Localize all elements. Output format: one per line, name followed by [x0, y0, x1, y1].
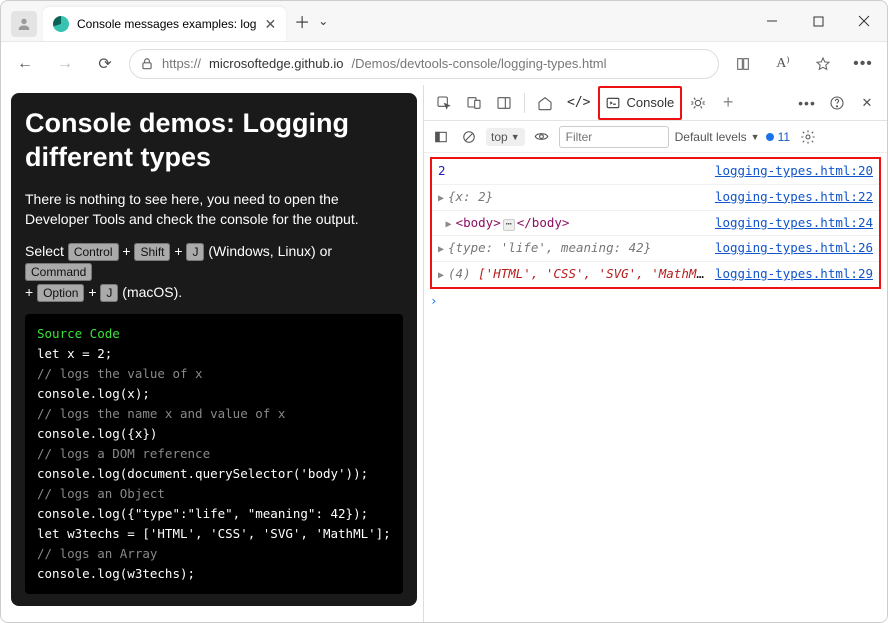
console-row[interactable]: ▶ {x: 2} logging-types.html:22: [432, 185, 879, 211]
device-emulation-icon[interactable]: [460, 89, 488, 117]
kbd-control: Control: [68, 243, 119, 261]
log-value: {type: 'life', meaning: 42}: [448, 240, 651, 255]
issues-number: 11: [778, 130, 790, 144]
site-info-icon[interactable]: [140, 57, 154, 71]
ellipsis-icon[interactable]: ⋯: [503, 219, 515, 231]
url-host: microsoftedge.github.io: [209, 56, 343, 71]
window-close[interactable]: [841, 1, 887, 41]
source-code-label: Source Code: [37, 326, 120, 341]
shortcut-instructions: Select Control + Shift + J (Windows, Lin…: [25, 241, 403, 302]
close-tab-icon[interactable]: ✕: [264, 16, 276, 33]
devtools-close[interactable]: ✕: [853, 89, 881, 117]
tab-title: Console messages examples: log: [77, 17, 256, 31]
log-array: ['HTML', 'CSS', 'SVG', 'MathML']: [478, 266, 707, 281]
kbd-command: Command: [25, 263, 92, 281]
console-prompt[interactable]: ›: [424, 291, 887, 310]
devtools-pane: </> Console + ••• ✕: [423, 85, 887, 622]
address-bar[interactable]: https:// microsoftedge.github.io/Demos/de…: [129, 49, 719, 79]
browser-menu[interactable]: •••: [847, 48, 879, 80]
context-selector[interactable]: top ▼: [486, 128, 525, 146]
url-path: /Demos/devtools-console/logging-types.ht…: [351, 56, 606, 71]
tab-add[interactable]: +: [714, 89, 742, 117]
dock-side-icon[interactable]: [490, 89, 518, 117]
console-row[interactable]: ▶ (4) ['HTML', 'CSS', 'SVG', 'MathML'] lo…: [432, 262, 879, 287]
tab-welcome[interactable]: [531, 86, 559, 120]
url-scheme: https://: [162, 56, 201, 71]
nav-forward: →: [49, 48, 81, 80]
read-aloud[interactable]: A⁾: [767, 48, 799, 80]
log-body-close: </body>: [517, 215, 570, 230]
console-settings-icon[interactable]: [796, 123, 820, 151]
live-expression-icon[interactable]: [531, 123, 553, 151]
console-row[interactable]: 2 logging-types.html:20: [432, 159, 879, 185]
source-link[interactable]: logging-types.html:29: [715, 265, 873, 284]
kbd-shift: Shift: [134, 243, 170, 261]
expand-icon[interactable]: ▶: [446, 217, 452, 232]
chevron-down-icon: ▼: [751, 132, 760, 142]
devtools-help[interactable]: [823, 89, 851, 117]
edge-favicon: [53, 16, 69, 32]
log-array-len: (4): [448, 266, 478, 281]
clear-console-icon[interactable]: [458, 123, 480, 151]
profile-avatar[interactable]: [11, 11, 37, 37]
console-row[interactable]: ▶ <body>⋯</body> logging-types.html:24: [432, 211, 879, 237]
tab-console-label: Console: [626, 95, 674, 110]
tab-actions-button[interactable]: ⌄: [318, 14, 328, 28]
log-value: {x: 2}: [448, 189, 493, 204]
window-maximize[interactable]: [795, 1, 841, 41]
source-code-block: Source Code let x = 2; // logs the value…: [25, 314, 403, 594]
page-heading: Console demos: Logging different types: [25, 107, 403, 175]
source-link[interactable]: logging-types.html:20: [715, 162, 873, 181]
chevron-down-icon: ▼: [511, 132, 520, 142]
tab-elements[interactable]: </>: [561, 86, 596, 120]
filter-input[interactable]: [559, 126, 669, 148]
tab-sources-icon[interactable]: [684, 89, 712, 117]
favorite-star[interactable]: [807, 48, 839, 80]
expand-icon[interactable]: ▶: [438, 268, 444, 283]
kbd-j2: J: [100, 284, 118, 302]
console-row[interactable]: ▶ {type: 'life', meaning: 42} logging-typ…: [432, 236, 879, 262]
kbd-j: J: [186, 243, 204, 261]
page-content-pane: Console demos: Logging different types T…: [1, 85, 423, 622]
new-tab-button[interactable]: ＋: [294, 9, 310, 33]
enter-immersive-reader[interactable]: [727, 48, 759, 80]
kbd-option: Option: [37, 284, 84, 302]
log-body-open: <body>: [456, 215, 501, 230]
log-value: 2: [438, 163, 446, 178]
expand-icon[interactable]: ▶: [438, 191, 444, 206]
issues-count[interactable]: 11: [766, 130, 790, 144]
issue-indicator-icon: [766, 133, 774, 141]
tab-console[interactable]: Console: [598, 86, 682, 120]
toggle-sidebar-icon[interactable]: [430, 123, 452, 151]
source-link[interactable]: logging-types.html:24: [715, 214, 873, 233]
log-level-selector[interactable]: Default levels ▼: [675, 130, 760, 144]
log-level-label: Default levels: [675, 130, 747, 144]
page-intro: There is nothing to see here, you need t…: [25, 189, 403, 230]
nav-back[interactable]: ←: [9, 48, 41, 80]
window-minimize[interactable]: [749, 1, 795, 41]
console-output-highlight: 2 logging-types.html:20 ▶ {x: 2} logging-…: [430, 157, 881, 289]
inspect-element-icon[interactable]: [430, 89, 458, 117]
source-link[interactable]: logging-types.html:22: [715, 188, 873, 207]
source-link[interactable]: logging-types.html:26: [715, 239, 873, 258]
context-label: top: [491, 130, 508, 144]
expand-icon[interactable]: ▶: [438, 242, 444, 257]
browser-tab[interactable]: Console messages examples: log ✕: [43, 7, 286, 41]
devtools-menu[interactable]: •••: [793, 89, 821, 117]
nav-refresh[interactable]: ⟳: [89, 48, 121, 80]
